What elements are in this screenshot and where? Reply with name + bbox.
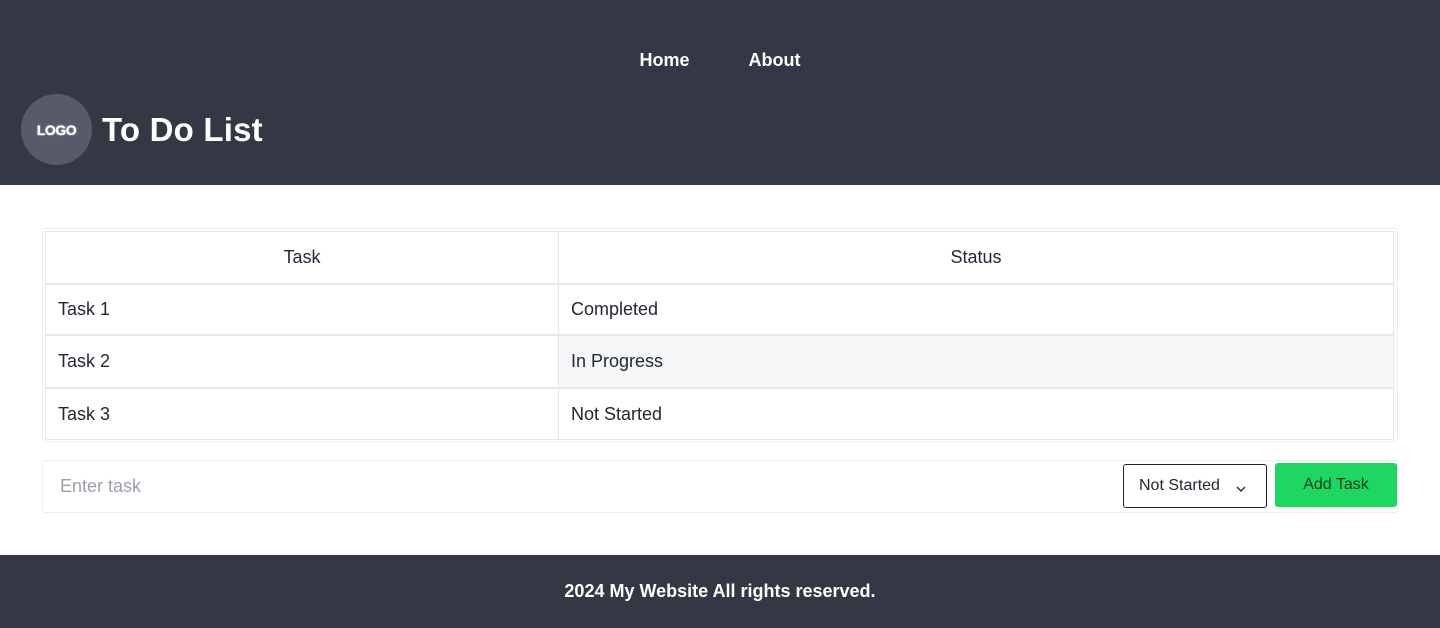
nav-home-link[interactable]: Home: [639, 48, 689, 72]
footer-text: 2024 My Website All rights reserved.: [564, 581, 876, 601]
table-row: Task 3 Not Started: [45, 388, 1395, 440]
logo[interactable]: LOGO: [21, 94, 92, 165]
brand: LOGO To Do List: [21, 94, 263, 165]
column-header-status: Status: [558, 231, 1394, 284]
site-footer: 2024 My Website All rights reserved.: [0, 555, 1440, 628]
logo-text: LOGO: [36, 121, 77, 138]
task-cell: Task 2: [45, 335, 559, 388]
add-task-button[interactable]: Add Task: [1275, 463, 1397, 507]
task-cell: Task 3: [45, 388, 559, 440]
status-cell: In Progress: [558, 335, 1394, 388]
status-select-value: Not Started: [1139, 477, 1220, 494]
column-header-task: Task: [45, 231, 559, 284]
add-task-form: Not Started Add Task: [42, 460, 1398, 513]
status-cell: Completed: [558, 284, 1394, 335]
nav-about-link[interactable]: About: [749, 48, 801, 72]
table-row: Task 2 In Progress: [45, 335, 1395, 388]
table-header-row: Task Status: [45, 231, 1395, 284]
main-content: Task Status Task 1 Completed Task 2 In P…: [0, 185, 1440, 555]
status-cell: Not Started: [558, 388, 1394, 440]
table-row: Task 1 Completed: [45, 284, 1395, 335]
task-input[interactable]: [44, 462, 1130, 511]
page-title: To Do List: [102, 110, 263, 148]
task-cell: Task 1: [45, 284, 559, 335]
chevron-down-icon: [1236, 481, 1246, 492]
status-select[interactable]: Not Started: [1123, 464, 1267, 508]
task-table: Task Status Task 1 Completed Task 2 In P…: [42, 228, 1398, 442]
site-header: Home About LOGO To Do List: [0, 0, 1440, 185]
main-nav: Home About: [0, 48, 1440, 72]
